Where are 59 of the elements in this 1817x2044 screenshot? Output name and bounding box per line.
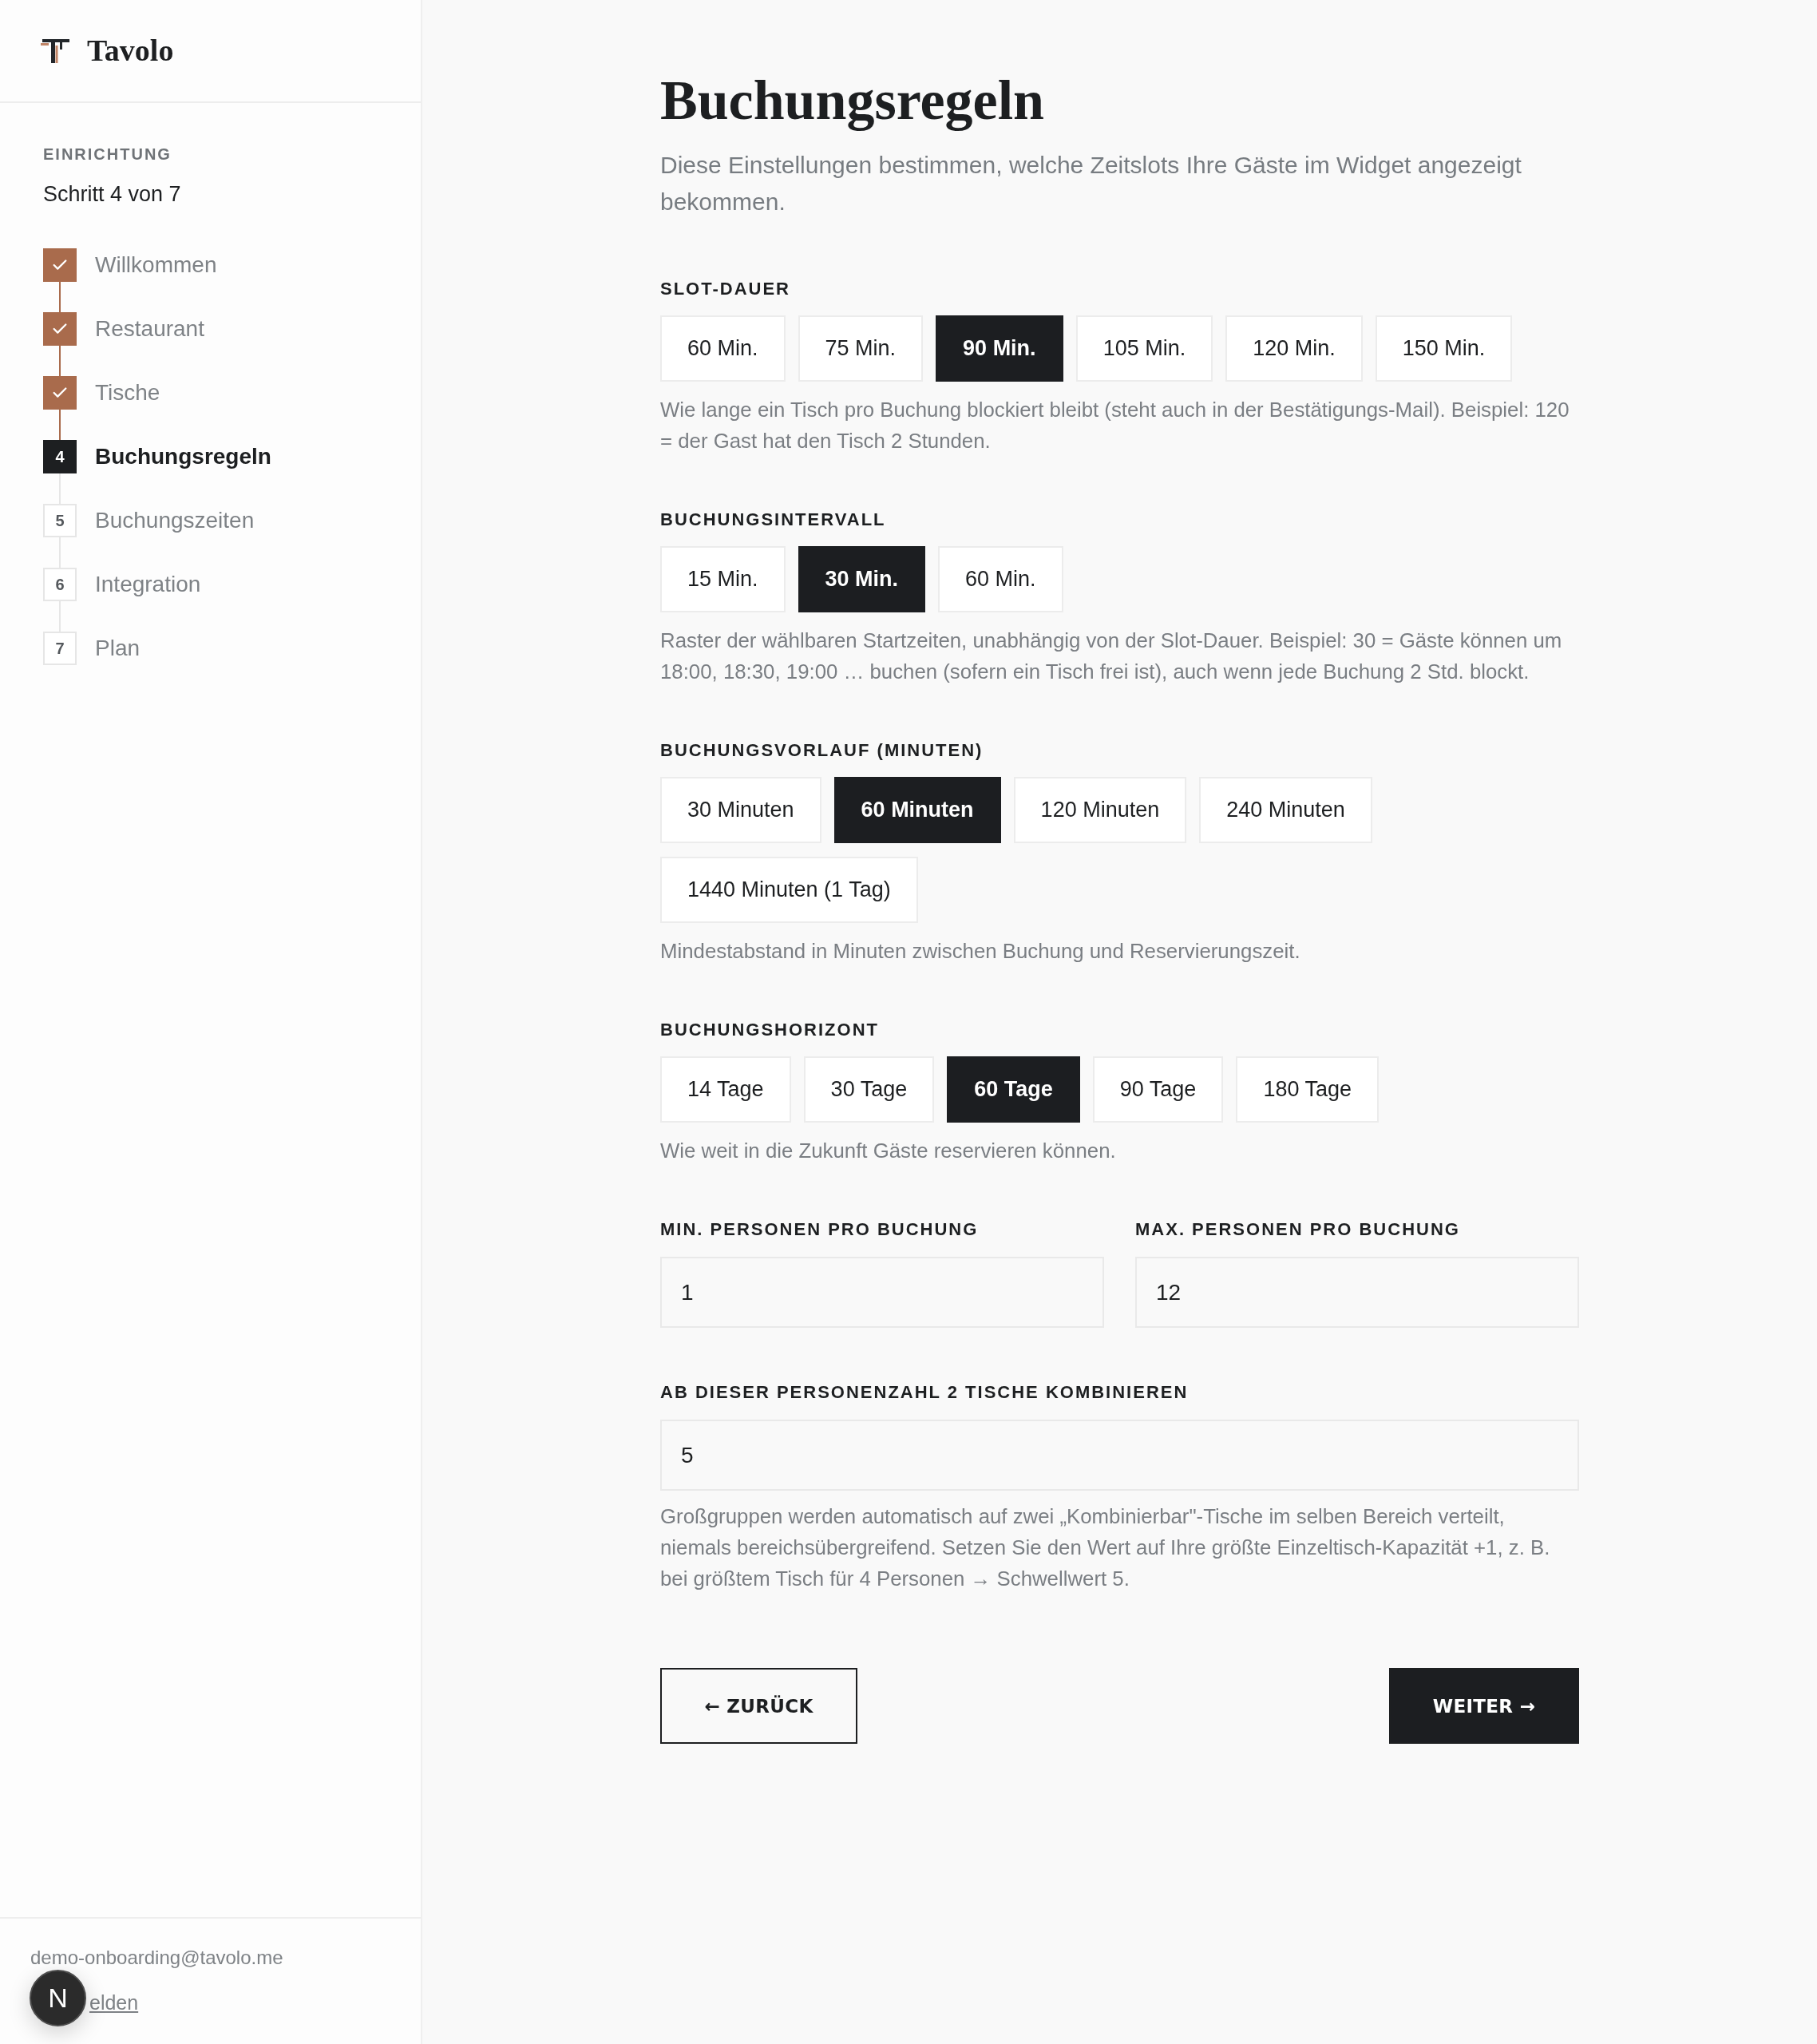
step-item[interactable]: 5 Buchungszeiten [43, 504, 255, 537]
step-connector [59, 346, 61, 376]
help-text: Wie lange ein Tisch pro Buchung blockiert bleibt (steht auch in der Bestätigungs-Mail). Beispiel: 120 = der Gast hat den Tisch 2 Stunden. [660, 398, 1570, 454]
option-button[interactable]: 75 Min. [798, 315, 924, 382]
step-number: 6 [43, 568, 77, 601]
section-label: BUCHUNGSINTERVALL [660, 509, 886, 531]
step-connector [59, 282, 61, 312]
progress-text: Schritt 4 von 7 [43, 181, 181, 207]
dev-tools-button[interactable]: N [30, 1970, 86, 2026]
option-button[interactable]: 105 Min. [1075, 315, 1213, 382]
option-button[interactable]: 30 Tage [803, 1056, 935, 1123]
option-button[interactable]: 60 Minuten [833, 777, 1001, 843]
option-button[interactable]: 14 Tage [660, 1056, 791, 1123]
step-item[interactable]: 7 Plan [43, 632, 141, 665]
step-item[interactable]: Restaurant [43, 312, 204, 346]
option-button[interactable]: 30 Minuten [660, 777, 821, 843]
field-label: MIN. PERSONEN PRO BUCHUNG [660, 1218, 979, 1241]
step-number: 5 [43, 504, 77, 537]
step-connector [59, 410, 61, 440]
step-number: 4 [43, 440, 77, 473]
logo-icon [41, 38, 69, 63]
help-text: Mindestabstand in Minuten zwischen Buchung und Reservierungszeit. [660, 939, 1301, 964]
option-button[interactable]: 60 Tage [947, 1056, 1080, 1123]
option-button[interactable]: 180 Tage [1236, 1056, 1379, 1123]
field-label: AB DIESER PERSONENZAHL 2 TISCHE KOMBINIEREN [660, 1381, 1189, 1404]
help-text: Wie weit in die Zukunft Gäste reservieren können. [660, 1139, 1117, 1163]
step-item[interactable]: 6 Integration [43, 568, 201, 601]
page-title: Buchungsregeln [660, 69, 1045, 133]
option-button[interactable]: 60 Min. [660, 315, 786, 382]
step-number: 7 [43, 632, 77, 665]
page-description: Diese Einstellungen bestimmen, welche Zeitslots Ihre Gäste im Widget angezeigt bekommen. [660, 151, 1522, 216]
section-label: BUCHUNGSHORIZONT [660, 1019, 879, 1041]
option-button[interactable]: 1440 Minuten (1 Tag) [660, 857, 918, 923]
option-button[interactable]: 30 Min. [798, 546, 926, 612]
step-item[interactable]: Tische [43, 376, 160, 410]
option-button[interactable]: 15 Min. [660, 546, 786, 612]
field-label: MAX. PERSONEN PRO BUCHUNG [1135, 1218, 1460, 1241]
section-label: SLOT-DAUER [660, 278, 790, 300]
section-label: EINRICHTUNG [43, 145, 172, 164]
number-input[interactable]: 12 [1135, 1257, 1579, 1328]
option-button[interactable]: 60 Min. [938, 546, 1063, 612]
number-input[interactable]: 5 [660, 1420, 1579, 1491]
option-button[interactable]: 240 Minuten [1199, 777, 1372, 843]
option-button[interactable]: 150 Min. [1375, 315, 1513, 382]
help-text: Großgruppen werden automatisch auf zwei „Kombinierbar"-Tische im selben Bereich verteilt, niemals bereichsübergreifend. Setzen Sie den Wert auf Ihre größte Einzeltisch-Kapazität +1, z. B. bei größtem Tisch für 4 Personen → Schwellwert 5. [660, 1504, 1551, 1591]
option-button[interactable]: 120 Min. [1225, 315, 1363, 382]
back-button[interactable]: ← ZURÜCK [660, 1668, 857, 1744]
option-button[interactable]: 120 Minuten [1013, 777, 1187, 843]
number-input[interactable]: 1 [660, 1257, 1104, 1328]
step-item[interactable]: 4 Buchungsregeln [43, 440, 271, 473]
logout-link[interactable]: elden [89, 1989, 139, 2016]
account-email: demo-onboarding@tavolo.me [30, 1947, 283, 1969]
brand-name: Tavolo [87, 34, 174, 68]
section-label: BUCHUNGSVORLAUF (MINUTEN) [660, 739, 984, 762]
option-button[interactable]: 90 Min. [936, 315, 1063, 382]
next-button[interactable]: WEITER → [1389, 1668, 1579, 1744]
step-item[interactable]: Willkommen [43, 248, 217, 282]
option-button[interactable]: 90 Tage [1092, 1056, 1224, 1123]
help-text: Raster der wählbaren Startzeiten, unabhängig von der Slot-Dauer. Beispiel: 30 = Gäste können um 18:00, 18:30, 19:00 … buchen (sofern ein Tisch frei ist), auch wenn jede Buchung 2 Std. blockt. [660, 628, 1563, 684]
